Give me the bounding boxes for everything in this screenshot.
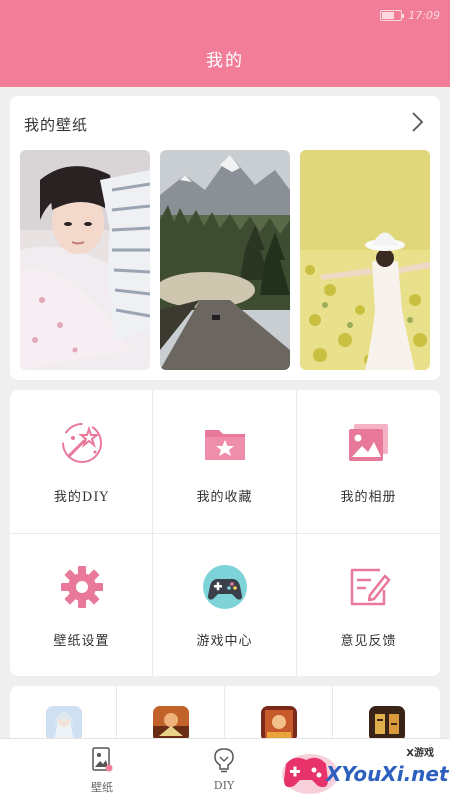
tab-wallpaper[interactable]: 壁纸 [46,739,158,800]
watermark-text: XYouXi.net [326,762,449,786]
game-icon [260,706,297,742]
game-icon [368,706,405,742]
game-item-4[interactable] [333,686,440,746]
grid-item-label: 意见反馈 [340,634,397,649]
photo-album-icon [348,424,388,461]
battery-icon [380,10,405,21]
wallpaper-thumb-2[interactable] [160,150,290,370]
grid-item-game-center[interactable]: 游戏中心 [153,534,296,676]
magic-wand-icon [61,423,102,463]
tab-diy-label: DIY [213,779,235,792]
grid-item-my-album[interactable]: 我的相册 [297,390,440,533]
watermark-subtitle: X游戏 [406,748,434,759]
grid-item-label: 我的收藏 [196,490,253,505]
game-icon [45,706,82,742]
grid-item-my-diy[interactable]: 我的DIY [10,390,153,533]
site-watermark: X游戏 XYouXi.net [276,744,449,798]
feedback-edit-icon [350,568,390,606]
function-grid-card: 我的DIY 我的收藏 我的相册 壁纸设置 游戏中心 意见反馈 [10,390,440,676]
my-wallpapers-card: 我的壁纸 [10,96,440,380]
grid-item-label: 游戏中心 [196,634,253,649]
star-folder-icon [204,430,245,460]
diy-tab-icon [214,748,234,773]
page-header: 我的 [0,30,450,87]
status-time: 17:09 [408,9,440,22]
game-item-2[interactable] [117,686,224,746]
wallpaper-thumb-3[interactable] [300,150,430,370]
games-card [10,686,440,746]
game-icon [152,706,189,742]
status-bar: 17:09 [0,0,450,30]
game-item-1[interactable] [10,686,117,746]
tab-wallpaper-label: 壁纸 [91,781,113,794]
grid-item-label: 我的DIY [53,490,110,505]
my-wallpapers-title[interactable]: 我的壁纸 [24,114,88,135]
wallpaper-thumb-1[interactable] [20,150,150,370]
gear-icon [60,566,103,608]
grid-item-feedback[interactable]: 意见反馈 [297,534,440,676]
grid-item-wallpaper-settings[interactable]: 壁纸设置 [10,534,153,676]
grid-item-my-favorites[interactable]: 我的收藏 [153,390,296,533]
game-item-3[interactable] [225,686,332,746]
tab-diy[interactable]: DIY [168,739,280,800]
chevron-right-icon[interactable] [406,110,428,134]
page-title: 我的 [206,51,244,71]
wallpaper-tab-icon [92,747,113,772]
grid-item-label: 我的相册 [340,490,397,505]
grid-item-label: 壁纸设置 [53,634,110,649]
gamepad-icon [202,565,247,609]
status-indicators: 17:09 [380,9,440,22]
